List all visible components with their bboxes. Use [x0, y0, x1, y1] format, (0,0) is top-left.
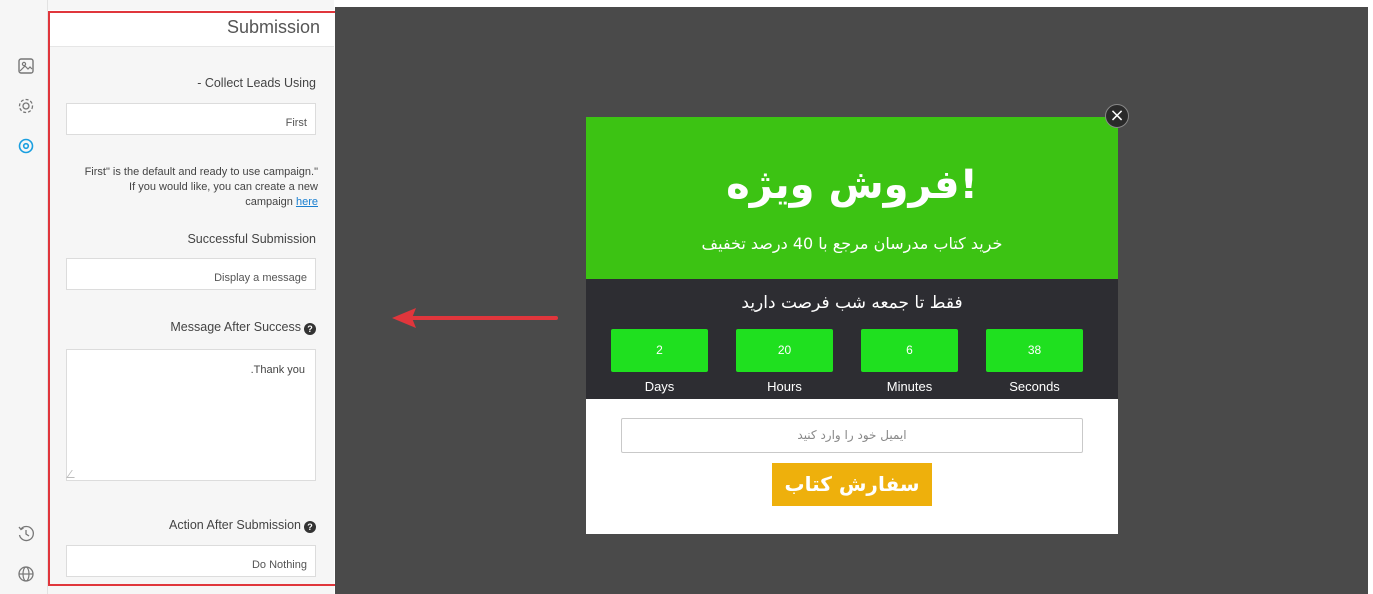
countdown-days-label: Days [644, 379, 675, 394]
help-line-3: campaign here [66, 195, 318, 210]
panel-header: Submission [48, 10, 334, 47]
countdown-seconds-label: Seconds [1009, 379, 1060, 394]
message-after-success-text: Message After Success [170, 320, 301, 334]
history-icon[interactable] [16, 524, 36, 544]
collect-leads-select[interactable]: First [66, 103, 316, 135]
successful-submission-label: Successful Submission [187, 232, 316, 246]
countdown-hours-label: Hours [767, 379, 802, 394]
message-text: .Thank you [250, 364, 305, 376]
action-after-submission-label: Action After Submission? [169, 518, 316, 533]
campaign-help-text: First" is the default and ready to use c… [66, 165, 318, 210]
help-line-3-text: campaign [245, 196, 293, 208]
image-icon[interactable] [16, 56, 36, 76]
action-after-submission-text: Action After Submission [168, 518, 301, 532]
countdown-days-box: 2 [611, 329, 708, 372]
help-line-1: First" is the default and ready to use c… [84, 166, 318, 178]
panel-title: Submission [226, 17, 320, 37]
close-icon[interactable]: × [1105, 104, 1129, 128]
annotation-arrow-icon [392, 308, 558, 328]
collect-leads-label: - Collect Leads Using [197, 76, 316, 90]
countdown-title: فقط تا جمعه شب فرصت دارید [741, 293, 963, 313]
popup-subtitle: خرید کتاب مدرسان مرجع با 40 درصد تخفیف [701, 234, 1003, 253]
message-after-success-label: Message After Success? [170, 320, 316, 335]
email-input[interactable]: ایمیل خود را وارد کنید [621, 418, 1083, 453]
successful-submission-select[interactable]: Display a message [66, 258, 316, 290]
globe-icon[interactable] [16, 564, 36, 584]
countdown-section: فقط تا جمعه شب فرصت دارید 2 20 6 38 Days… [586, 279, 1118, 399]
create-campaign-link[interactable]: here [296, 196, 318, 208]
countdown-seconds-box: 38 [986, 329, 1083, 372]
help-icon[interactable]: ? [304, 323, 316, 335]
editor-icon-bar [0, 0, 48, 594]
submission-settings-panel: Submission - Collect Leads Using First F… [48, 0, 334, 594]
countdown-hours-box: 20 [736, 329, 833, 372]
action-after-submission-select[interactable]: Do Nothing [66, 545, 316, 577]
popup-hero: !فروش ویژه خرید کتاب مدرسان مرجع با 40 د… [586, 117, 1118, 279]
popup-preview: !فروش ویژه خرید کتاب مدرسان مرجع با 40 د… [586, 117, 1118, 534]
help-line-2: If you would like, you can create a new [129, 181, 318, 193]
countdown-minutes-box: 6 [861, 329, 958, 372]
resize-handle-icon[interactable] [66, 470, 80, 478]
target-icon[interactable] [16, 136, 36, 156]
message-after-success-textarea[interactable]: .Thank you [66, 349, 316, 481]
popup-title: !فروش ویژه [726, 162, 978, 208]
help-icon[interactable]: ? [304, 521, 316, 533]
order-book-button[interactable]: سفارش کتاب [772, 463, 932, 506]
gear-icon[interactable] [16, 96, 36, 116]
countdown-minutes-label: Minutes [886, 379, 933, 394]
